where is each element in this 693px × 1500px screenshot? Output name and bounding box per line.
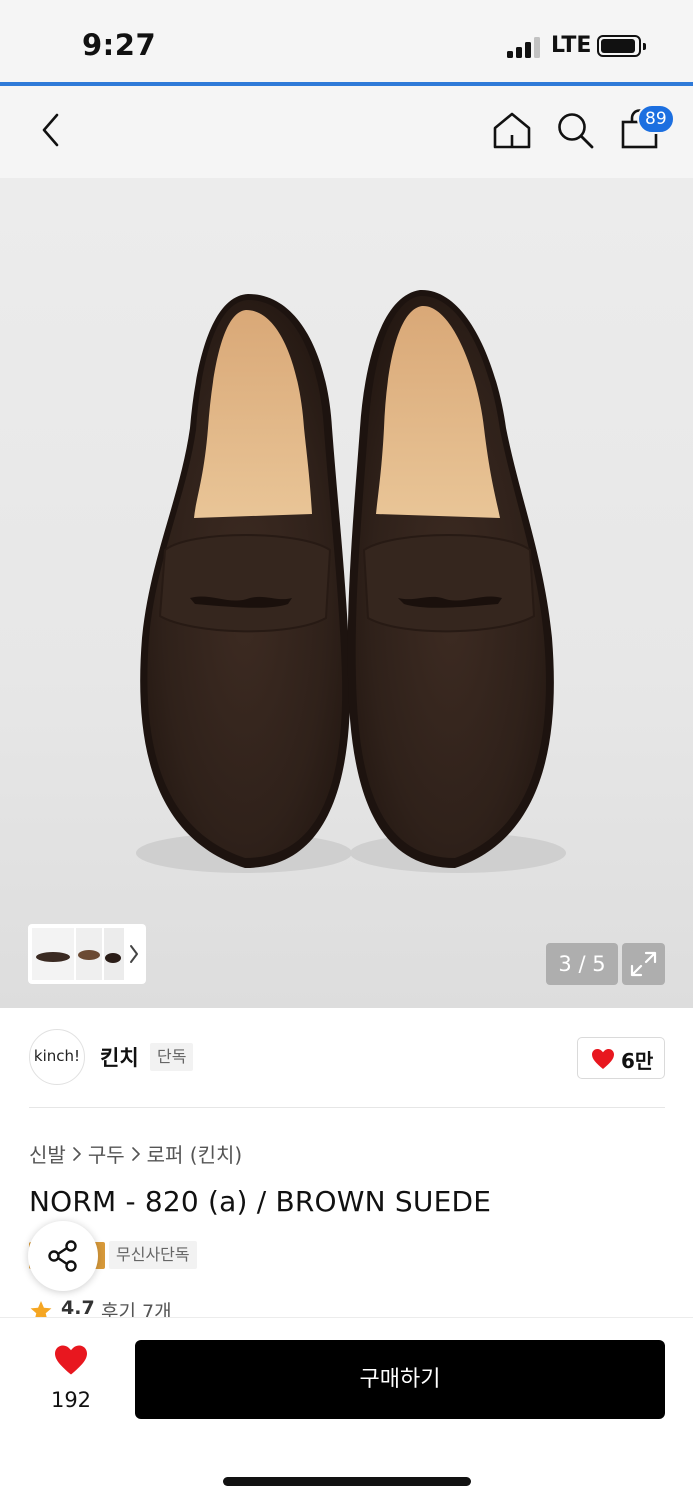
rating-value: 4.7 — [61, 1297, 95, 1319]
chevron-right-icon — [66, 1138, 88, 1168]
status-time: 9:27 — [82, 28, 157, 62]
share-button[interactable] — [28, 1221, 98, 1291]
search-button[interactable] — [553, 106, 597, 154]
cellular-signal-icon — [507, 36, 543, 58]
network-type: LTE — [551, 33, 592, 58]
breadcrumb-item[interactable]: 신발 — [29, 1139, 66, 1168]
product-title: NORM - 820 (a) / BROWN SUEDE — [29, 1185, 492, 1218]
home-button[interactable] — [490, 106, 534, 154]
bottom-action-bar: 192 구매하기 — [0, 1317, 693, 1500]
image-counter: 3 / 5 — [546, 943, 618, 985]
product-image-carousel[interactable]: 3 / 5 — [0, 178, 693, 1008]
thumbnail-images — [32, 928, 138, 980]
section-divider — [29, 1107, 665, 1108]
cart-count-badge: 89 — [637, 104, 675, 134]
brand-like-count: 6만 — [621, 1049, 654, 1073]
breadcrumb: 신발 구두 로퍼 (킨치) — [29, 1138, 242, 1168]
wishlist-button[interactable]: 192 — [36, 1338, 106, 1418]
product-detail-page: 9:27 LTE 89 3 / 5 kinch! 킨치 단독 6만 신발 구두 … — [0, 0, 693, 1500]
home-icon — [493, 112, 531, 149]
breadcrumb-item[interactable]: 구두 — [88, 1139, 125, 1168]
brand-like-button[interactable]: 6만 — [577, 1037, 665, 1079]
status-bar: 9:27 LTE — [0, 0, 693, 84]
wishlist-count: 192 — [50, 1388, 92, 1412]
home-indicator — [223, 1477, 471, 1486]
heart-icon — [55, 1345, 87, 1375]
brand-name[interactable]: 킨치 — [100, 1042, 139, 1072]
musinsa-exclusive-tag: 무신사단독 — [109, 1241, 197, 1269]
product-photo — [136, 289, 566, 873]
battery-icon — [597, 35, 646, 57]
back-arrow-icon — [42, 113, 59, 147]
brand-logo[interactable]: kinch! — [29, 1029, 85, 1085]
thumbnail-strip[interactable] — [28, 924, 146, 984]
expand-icon — [630, 951, 657, 977]
expand-image-button[interactable] — [622, 943, 665, 985]
search-icon — [558, 113, 594, 149]
exclusive-tag: 단독 — [150, 1043, 194, 1071]
breadcrumb-item[interactable]: 로퍼 (킨치) — [147, 1139, 243, 1168]
share-icon — [48, 1240, 77, 1272]
buy-button[interactable]: 구매하기 — [135, 1340, 665, 1419]
heart-icon — [592, 1049, 614, 1069]
chevron-right-icon — [125, 1138, 147, 1168]
back-button[interactable] — [30, 106, 74, 154]
